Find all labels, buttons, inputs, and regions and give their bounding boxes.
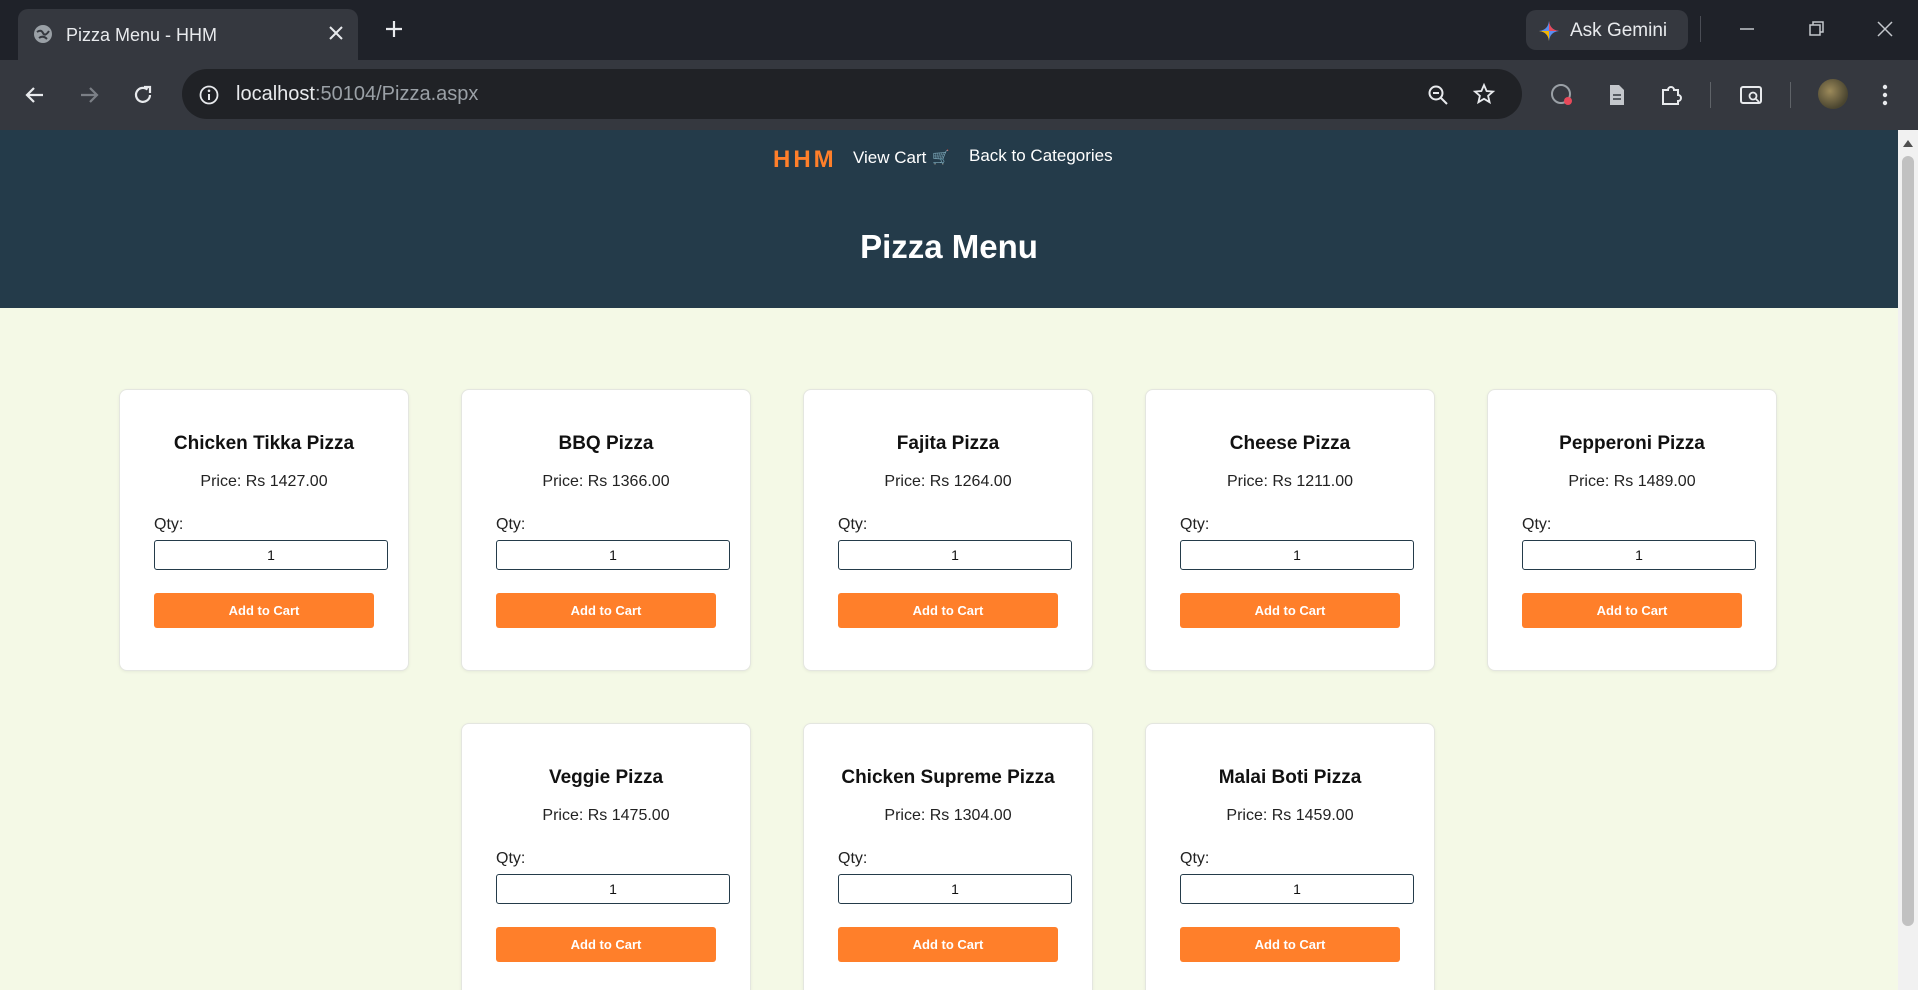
close-window-icon[interactable] (1874, 18, 1896, 45)
add-to-cart-button[interactable]: Add to Cart (496, 927, 716, 962)
qty-input[interactable] (1522, 540, 1756, 570)
product-name: Cheese Pizza (1229, 433, 1351, 454)
extensions-puzzle-icon[interactable] (1658, 82, 1684, 113)
more-menu-icon[interactable] (1875, 82, 1895, 113)
add-to-cart-button[interactable]: Add to Cart (838, 593, 1058, 628)
add-to-cart-button[interactable]: Add to Cart (496, 593, 716, 628)
close-tab-icon[interactable] (326, 23, 346, 48)
browser-tab[interactable]: Pizza Menu - HHM (18, 9, 358, 60)
product-card: Pepperoni Pizza Price: Rs 1489.00 Qty: A… (1487, 389, 1777, 671)
qty-label: Qty: (1180, 850, 1210, 867)
product-name: BBQ Pizza (558, 433, 654, 454)
product-price: Price: Rs 1264.00 (884, 473, 1012, 490)
qty-label: Qty: (496, 850, 526, 867)
qty-input[interactable] (838, 874, 1072, 904)
qty-label: Qty: (838, 516, 868, 533)
product-name: Fajita Pizza (896, 433, 1000, 454)
restore-icon[interactable] (1806, 18, 1828, 45)
forward-arrow-icon[interactable] (76, 82, 102, 113)
product-price: Price: Rs 1489.00 (1568, 473, 1696, 490)
qty-label: Qty: (154, 516, 184, 533)
scroll-up-arrow-icon[interactable] (1903, 134, 1913, 152)
product-name: Chicken Supreme Pizza (841, 767, 1055, 788)
url-host: localhost (236, 83, 315, 105)
page-title: Pizza Menu (860, 228, 1038, 265)
gemini-sparkle-icon (1538, 20, 1560, 47)
product-price: Price: Rs 1459.00 (1226, 807, 1354, 824)
divider (1710, 82, 1711, 108)
back-arrow-icon[interactable] (22, 82, 48, 113)
ask-gemini-button[interactable]: Ask Gemini (1526, 10, 1688, 50)
qty-label: Qty: (838, 850, 868, 867)
page-viewport: HHM View Cart 🛒 Back to Categories Pizza … (0, 130, 1898, 990)
qty-input[interactable] (496, 874, 730, 904)
product-name: Malai Boti Pizza (1218, 767, 1362, 788)
site-info-icon[interactable] (198, 84, 220, 111)
add-to-cart-button[interactable]: Add to Cart (1180, 593, 1400, 628)
add-to-cart-button[interactable]: Add to Cart (1180, 927, 1400, 962)
browser-tabstrip: Pizza Menu - HHM Ask Gemini (0, 0, 1918, 60)
qty-input[interactable] (154, 540, 388, 570)
new-tab-icon[interactable] (382, 17, 406, 46)
tab-search-icon[interactable] (1738, 82, 1764, 113)
product-price: Price: Rs 1366.00 (542, 473, 670, 490)
add-to-cart-button[interactable]: Add to Cart (1522, 593, 1742, 628)
add-to-cart-button[interactable]: Add to Cart (838, 927, 1058, 962)
site-logo[interactable]: HHM (773, 146, 837, 174)
divider (1700, 16, 1701, 42)
qty-label: Qty: (1522, 516, 1552, 533)
browser-toolbar: localhost:50104/Pizza.aspx (0, 60, 1918, 130)
document-icon[interactable] (1604, 82, 1630, 113)
product-card: Malai Boti Pizza Price: Rs 1459.00 Qty: … (1145, 723, 1435, 990)
product-price: Price: Rs 1427.00 (200, 473, 328, 490)
product-card: Veggie Pizza Price: Rs 1475.00 Qty: Add … (461, 723, 751, 990)
product-card: Fajita Pizza Price: Rs 1264.00 Qty: Add … (803, 389, 1093, 671)
scrollbar-thumb[interactable] (1902, 156, 1914, 926)
product-card: Cheese Pizza Price: Rs 1211.00 Qty: Add … (1145, 389, 1435, 671)
url-text: localhost:50104/Pizza.aspx (236, 83, 478, 106)
address-bar[interactable]: localhost:50104/Pizza.aspx (182, 69, 1522, 119)
qty-input[interactable] (838, 540, 1072, 570)
qty-label: Qty: (1180, 516, 1210, 533)
add-to-cart-button[interactable]: Add to Cart (154, 593, 374, 628)
view-cart-link[interactable]: View Cart 🛒 (853, 148, 950, 168)
reload-icon[interactable] (130, 82, 156, 113)
qty-input[interactable] (1180, 540, 1414, 570)
product-price: Price: Rs 1304.00 (884, 807, 1012, 824)
product-card: Chicken Tikka Pizza Price: Rs 1427.00 Qt… (119, 389, 409, 671)
globe-icon (32, 23, 54, 50)
page-scrollbar[interactable] (1898, 130, 1918, 990)
gemini-label: Ask Gemini (1570, 20, 1668, 41)
qty-label: Qty: (496, 516, 526, 533)
tab-title: Pizza Menu - HHM (66, 25, 218, 45)
product-name: Veggie Pizza (548, 767, 664, 788)
product-name: Chicken Tikka Pizza (173, 433, 355, 454)
site-header: HHM View Cart 🛒 Back to Categories Pizza … (0, 130, 1898, 308)
minimize-icon[interactable] (1736, 18, 1758, 45)
product-card: Chicken Supreme Pizza Price: Rs 1304.00 … (803, 723, 1093, 990)
url-path: :50104/Pizza.aspx (314, 83, 479, 105)
view-cart-label: View Cart (853, 148, 927, 167)
product-price: Price: Rs 1211.00 (1227, 473, 1353, 490)
extension-record-icon[interactable] (1549, 82, 1575, 113)
product-price: Price: Rs 1475.00 (542, 807, 670, 824)
zoom-icon[interactable] (1426, 83, 1450, 112)
back-to-categories-link[interactable]: Back to Categories (969, 146, 1113, 166)
product-name: Pepperoni Pizza (1559, 433, 1705, 454)
bookmark-star-icon[interactable] (1472, 82, 1496, 111)
product-card: BBQ Pizza Price: Rs 1366.00 Qty: Add to … (461, 389, 751, 671)
qty-input[interactable] (496, 540, 730, 570)
divider (1790, 82, 1791, 108)
cart-icon: 🛒 (932, 149, 950, 165)
qty-input[interactable] (1180, 874, 1414, 904)
profile-avatar[interactable] (1818, 79, 1848, 109)
